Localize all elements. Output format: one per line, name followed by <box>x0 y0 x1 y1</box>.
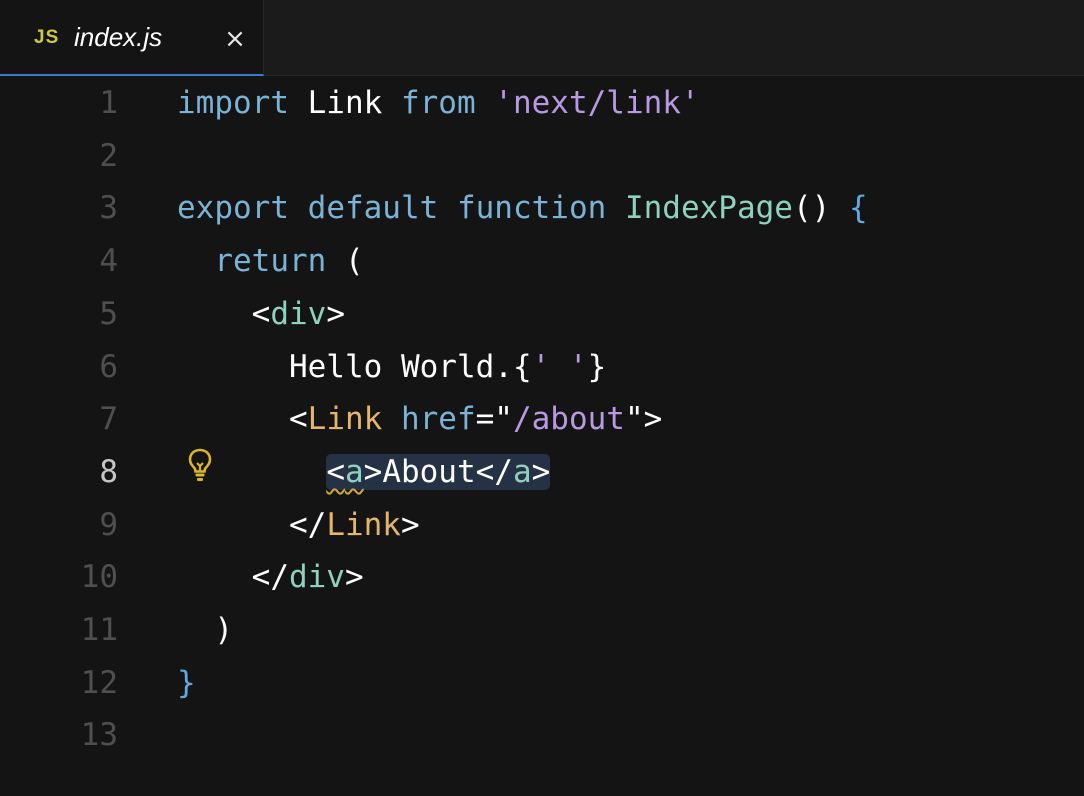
code-token: </ <box>177 559 289 596</box>
code-line[interactable]: 12} <box>0 657 1084 710</box>
line-number: 3 <box>99 190 118 227</box>
line-number: 10 <box>80 559 118 596</box>
code-token: ( <box>326 243 364 280</box>
code-token: =" <box>475 401 513 438</box>
code-token: } <box>587 348 607 385</box>
js-file-icon: JS <box>34 27 60 48</box>
code-line[interactable]: 2 <box>0 130 1084 183</box>
line-number: 8 <box>99 453 118 490</box>
close-icon[interactable]: × <box>220 22 250 56</box>
code-token: return <box>214 243 327 280</box>
code-text: import Link from 'next/link' <box>177 83 700 123</box>
code-token: "> <box>624 401 663 438</box>
code-token: from <box>400 85 476 121</box>
code-text: export default function IndexPage() { <box>177 188 868 228</box>
code-token: Link <box>307 401 383 438</box>
code-line[interactable]: 7 <Link href="/about"> <box>0 393 1084 446</box>
code-token: ' ' <box>531 348 588 385</box>
line-number: 1 <box>99 85 118 121</box>
code-token: IndexPage <box>624 190 793 227</box>
code-text: </Link> <box>177 505 420 545</box>
code-line[interactable]: 4 return ( <box>0 235 1084 288</box>
line-number: 6 <box>99 348 118 385</box>
code-token: Link <box>288 85 401 121</box>
code-token: default <box>307 190 439 227</box>
code-token: a <box>344 453 364 490</box>
code-token: function <box>456 190 607 227</box>
code-token: < <box>177 295 271 332</box>
code-token: > <box>326 295 345 332</box>
code-line[interactable]: 1 import Link from 'next/link' <box>0 77 1084 130</box>
line-number: 12 <box>80 664 118 701</box>
code-token: } <box>177 664 196 701</box>
code-token: Hello World.{ <box>177 348 532 385</box>
code-token: div <box>288 559 345 596</box>
code-text: <div> <box>177 294 345 334</box>
line-number: 13 <box>80 717 118 754</box>
line-number: 7 <box>99 401 118 438</box>
code-text: <a>About</a> <box>177 452 551 492</box>
code-token: { <box>848 190 868 227</box>
code-token: export <box>177 190 289 227</box>
code-text: ) <box>177 610 233 650</box>
lightbulb-icon[interactable] <box>186 447 214 483</box>
code-line[interactable]: 9 </Link> <box>0 499 1084 552</box>
code-token: 'next/link' <box>494 85 700 121</box>
code-line[interactable]: 8 <a>About</a> <box>0 446 1084 499</box>
code-token: < <box>177 401 308 438</box>
code-line[interactable]: 11 ) <box>0 604 1084 657</box>
code-editor: JS index.js × 1 import Link from 'next/li… <box>0 0 1084 796</box>
code-token: Link <box>326 506 401 543</box>
code-text: Hello World.{' '} <box>177 347 606 387</box>
code-text: </div> <box>177 557 364 597</box>
line-number: 11 <box>80 612 118 648</box>
code-text: <Link href="/about"> <box>177 399 662 439</box>
code-token: > <box>531 453 551 490</box>
code-text: } <box>177 663 196 703</box>
code-line[interactable]: 3 export default function IndexPage() { <box>0 182 1084 235</box>
line-number: 4 <box>99 243 118 280</box>
selection-highlight: <a>About</a> <box>326 453 551 490</box>
line-number: 5 <box>99 295 118 332</box>
code-token: > <box>400 506 420 543</box>
code-line[interactable]: 10 </div> <box>0 551 1084 604</box>
tab-index-js[interactable]: JS index.js × <box>0 0 264 76</box>
code-token: >About</ <box>363 453 513 490</box>
code-token: ) <box>177 612 233 648</box>
code-token: () <box>792 190 849 227</box>
code-token: </ <box>177 506 327 543</box>
line-number: 2 <box>99 137 118 174</box>
code-token: > <box>344 559 364 596</box>
tab-title: index.js <box>74 22 163 52</box>
code-area[interactable]: 1 import Link from 'next/link' 2 3 export de… <box>0 77 1084 796</box>
code-token: import <box>177 85 289 121</box>
code-token: div <box>270 295 327 332</box>
code-token: /about <box>512 401 625 438</box>
code-token: href <box>400 401 476 438</box>
tab-bar: JS index.js × <box>0 0 1084 76</box>
code-text: return ( <box>177 241 364 281</box>
code-token: a <box>512 453 532 490</box>
code-line[interactable]: 6 Hello World.{' '} <box>0 341 1084 394</box>
code-line[interactable]: 5 <div> <box>0 288 1084 341</box>
code-line[interactable]: 13 <box>0 709 1084 762</box>
code-token: < <box>326 453 345 490</box>
line-number: 9 <box>99 506 118 543</box>
